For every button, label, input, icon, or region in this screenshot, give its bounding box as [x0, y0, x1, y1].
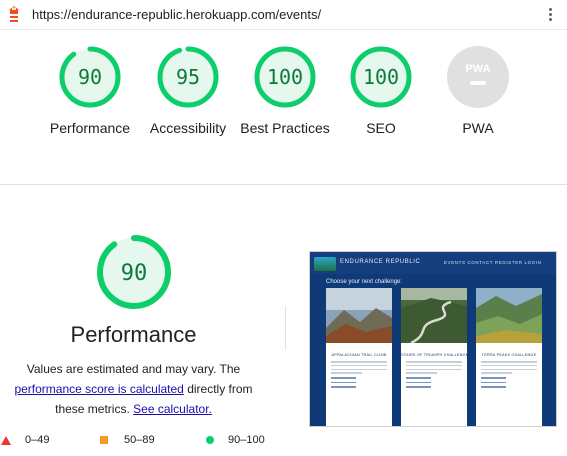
thumbnail-brand: ENDURANCE REPUBLIC	[340, 259, 421, 265]
legend-range: 50–89	[124, 434, 155, 446]
mountain-image	[326, 288, 392, 343]
gauge-label: PWA	[462, 120, 494, 136]
gauge-best-practices[interactable]: 100 Best Practices	[237, 46, 333, 138]
gauge-label: Accessibility	[149, 120, 227, 136]
gauge-score: 100	[363, 65, 399, 89]
thumbnail-card: TERRA PEAKS CHALLENGE	[476, 288, 542, 426]
gauge-label: SEO	[366, 120, 396, 136]
valley-image	[476, 288, 542, 343]
performance-score: 90	[121, 261, 148, 286]
url-text[interactable]: https://endurance-republic.herokuapp.com…	[32, 7, 321, 22]
card-title: TERRA PEAKS CHALLENGE	[481, 353, 537, 357]
card-title: STAIRS OF TRIUMPH CHALLENGE	[401, 353, 469, 357]
legend-range: 0–49	[25, 434, 50, 446]
see-calculator-link[interactable]: See calculator.	[133, 402, 212, 416]
description-text: Values are estimated and may vary. The	[26, 362, 241, 376]
gauge-score: 95	[176, 65, 200, 89]
road-image	[401, 288, 467, 345]
legend-range: 90–100	[228, 434, 265, 446]
vertical-divider	[285, 306, 286, 350]
gauge-pwa[interactable]: PWA PWA	[430, 46, 526, 138]
category-gauges: 90 Performance 95 Accessibility 100 Best…	[0, 46, 567, 176]
circle-icon	[206, 436, 214, 444]
score-gauge: 100	[254, 46, 316, 108]
gauge-score: 100	[267, 65, 303, 89]
card-title: APPALACHIAN TRAIL CLIMB	[331, 353, 387, 357]
legend-pass: 90–100	[206, 434, 265, 446]
section-divider	[0, 184, 567, 185]
thumbnail-logo	[314, 257, 336, 271]
thumbnail-card: STAIRS OF TRIUMPH CHALLENGE	[401, 288, 469, 426]
thumbnail-heading: Choose your next challenge:	[326, 279, 403, 285]
score-calculation-link[interactable]: performance score is calculated	[14, 382, 183, 396]
performance-title: Performance	[70, 322, 197, 347]
gauge-seo[interactable]: 100 SEO	[333, 46, 429, 138]
performance-description: Values are estimated and may vary. The p…	[0, 359, 267, 419]
legend-fail: 0–49	[1, 434, 49, 446]
page-screenshot-thumbnail[interactable]: ENDURANCE REPUBLIC EVENTS CONTACT REGIST…	[309, 251, 557, 427]
thumbnail-navbar: ENDURANCE REPUBLIC EVENTS CONTACT REGIST…	[310, 252, 556, 274]
gauge-accessibility[interactable]: 95 Accessibility	[140, 46, 236, 138]
triangle-icon	[1, 435, 11, 445]
gauge-label: Performance	[49, 120, 131, 136]
score-gauge: 100	[350, 46, 412, 108]
pwa-badge-icon: PWA	[447, 46, 509, 108]
kebab-menu-icon[interactable]	[545, 6, 555, 24]
thumbnail-nav-links: EVENTS CONTACT REGISTER LOGIN	[444, 260, 542, 265]
score-gauge: 95	[157, 46, 219, 108]
score-gauge: 90	[59, 46, 121, 108]
legend-average: 50–89	[100, 434, 155, 446]
pwa-badge-text: PWA	[465, 63, 490, 75]
performance-score-gauge: 90	[97, 235, 171, 309]
gauge-score: 90	[78, 65, 102, 89]
lighthouse-icon	[9, 6, 19, 22]
browser-url-bar: https://endurance-republic.herokuapp.com…	[0, 0, 567, 30]
gauge-label: Best Practices	[240, 120, 330, 136]
thumbnail-card: APPALACHIAN TRAIL CLIMB	[326, 288, 392, 426]
gauge-performance[interactable]: 90 Performance	[42, 46, 138, 138]
score-legend: 0–49 50–89 90–100	[0, 434, 300, 450]
square-icon	[100, 436, 108, 444]
